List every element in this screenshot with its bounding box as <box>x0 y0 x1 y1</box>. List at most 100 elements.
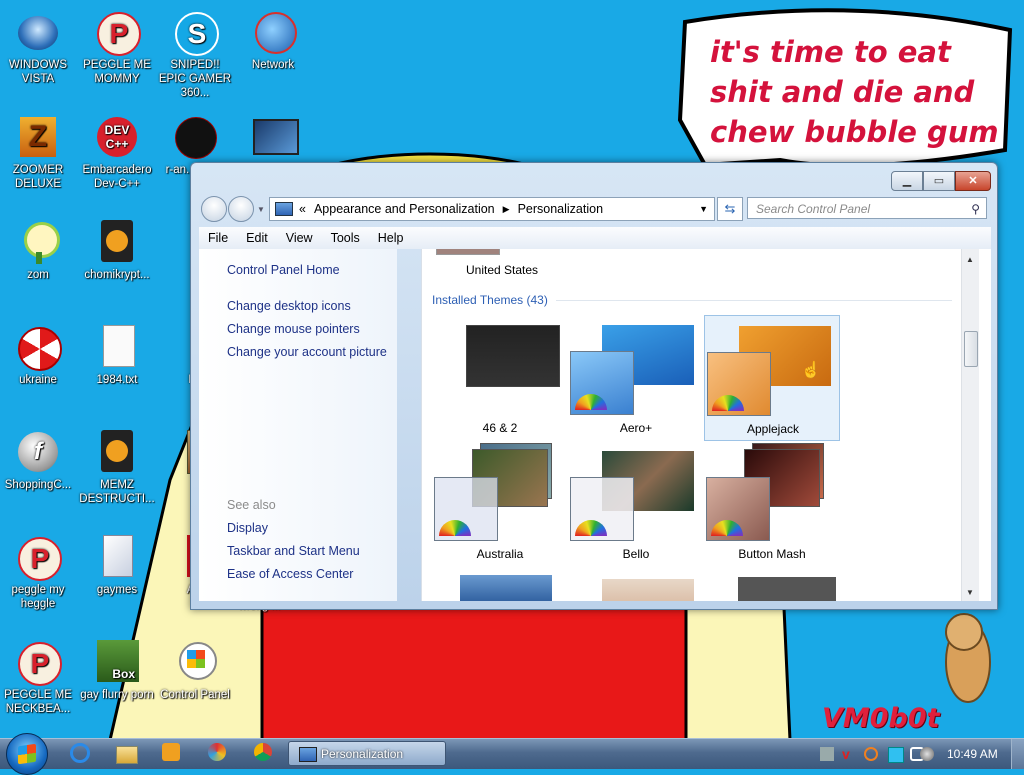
tray-search-icon[interactable] <box>864 747 878 761</box>
vertical-scrollbar[interactable]: ▲ ▼ <box>961 249 980 601</box>
forward-button[interactable] <box>228 196 254 222</box>
scroll-thumb[interactable] <box>964 331 978 367</box>
theme-name: Aero+ <box>619 421 653 435</box>
menu-help[interactable]: Help <box>369 231 413 245</box>
desktop-icon-zoomer-deluxe[interactable]: Z ZOOMER DELUXE <box>0 115 76 191</box>
desktop-icon-zom[interactable]: zom <box>0 220 76 282</box>
address-dropdown-icon[interactable]: ▼ <box>699 204 708 214</box>
caption-buttons: ▁ ▭ ✕ <box>891 171 991 191</box>
monitor-icon <box>251 115 299 159</box>
address-bar[interactable]: « Appearance and Personalization ▶ Perso… <box>269 197 715 221</box>
theme-preview-partial[interactable] <box>602 579 694 601</box>
menu-tools[interactable]: Tools <box>322 231 369 245</box>
desktop-icon-control-panel[interactable]: Control Panel <box>157 640 233 702</box>
menu-file[interactable]: File <box>199 231 237 245</box>
taskbar: Personalization v 10:49 AM <box>0 733 1024 775</box>
show-desktop-button[interactable] <box>1011 739 1024 769</box>
see-also-heading: See also <box>227 498 276 512</box>
desktop-icon-peggle-my-heggle[interactable]: P peggle my heggle <box>0 535 76 611</box>
refresh-button[interactable]: ⇆ <box>717 197 743 221</box>
breadcrumb-appearance[interactable]: Appearance and Personalization <box>314 202 495 216</box>
plant-icon <box>16 220 60 264</box>
minimize-button[interactable]: ▁ <box>891 171 923 191</box>
desktop-icon-sniped[interactable]: S SNIPED!! EPIC GAMER 360... <box>157 10 233 100</box>
notification-area: v 10:49 AM <box>812 739 1024 769</box>
color-fan-icon <box>575 520 607 536</box>
taskbar-start-menu-link[interactable]: Taskbar and Start Menu <box>227 544 360 558</box>
desktop-icon-peggle-me-mommy[interactable]: P PEGGLE ME MOMMY <box>79 10 155 86</box>
installed-themes-header: Installed Themes (43) <box>432 293 548 307</box>
desktop-icon-label: PEGGLE ME MOMMY <box>83 59 151 85</box>
theme-aero-plus[interactable]: Aero+ <box>568 315 704 441</box>
explorer-folder-icon[interactable] <box>116 743 138 765</box>
theme-button-mash[interactable]: Button Mash <box>704 441 840 567</box>
scroll-up-arrow-icon[interactable]: ▲ <box>966 255 974 264</box>
navigation-buttons: ▼ <box>201 196 265 222</box>
box-beaver-icon: Box <box>95 640 139 684</box>
tray-volume-icon[interactable] <box>920 747 934 761</box>
paint-app-icon[interactable] <box>208 743 230 765</box>
speech-bubble-text: it's time to eat shit and die and chew b… <box>710 35 999 149</box>
search-input[interactable]: Search Control Panel ⚲ <box>747 197 987 219</box>
taskbar-button-personalization[interactable]: Personalization <box>288 741 446 766</box>
back-button[interactable] <box>201 196 227 222</box>
change-mouse-pointers-link[interactable]: Change mouse pointers <box>227 322 360 336</box>
desktop-icon-1984-txt[interactable]: 1984.txt <box>79 325 155 387</box>
desktop-icon-gaymes[interactable]: gaymes <box>79 535 155 597</box>
theme-color-swatch <box>570 477 634 541</box>
desktop-icon-ukraine[interactable]: ukraine <box>0 325 76 387</box>
chrome-taskbar-icon[interactable] <box>254 743 276 765</box>
desktop-icon-memz[interactable]: MEMZ DESTRUCTI... <box>79 430 155 506</box>
desktop-icon-shoppingc[interactable]: f ShoppingC... <box>0 430 76 492</box>
country-theme-thumbnail[interactable] <box>436 249 500 255</box>
peggle-icon: P <box>95 10 141 56</box>
tray-app-icon[interactable] <box>820 747 834 761</box>
internet-explorer-icon[interactable] <box>70 743 92 765</box>
theme-46-and-2[interactable]: 46 & 2 <box>432 315 568 441</box>
address-chevron[interactable]: « <box>299 202 306 216</box>
recent-pages-dropdown-icon[interactable]: ▼ <box>257 205 265 214</box>
desktop-icon-chomikrypt[interactable]: chomikrypt... <box>79 220 155 282</box>
tray-network-icon[interactable] <box>888 747 904 763</box>
theme-preview <box>466 325 560 387</box>
theme-name: Bello <box>622 547 650 561</box>
start-button[interactable] <box>6 733 48 775</box>
desktop-icon-network[interactable]: Network <box>235 10 311 72</box>
change-account-picture-link[interactable]: Change your account picture <box>227 345 387 359</box>
desktop-icon-gay-flurry[interactable]: Box gay flurry porn <box>79 640 155 702</box>
desktop-icon-label: SNIPED!! EPIC GAMER 360... <box>158 59 232 99</box>
desktop-icon-monitor[interactable] <box>235 115 311 163</box>
search-icon[interactable]: ⚲ <box>971 198 980 220</box>
breadcrumb-arrow-icon[interactable]: ▶ <box>503 204 510 215</box>
theme-bello[interactable]: Bello <box>568 441 704 567</box>
scroll-down-arrow-icon[interactable]: ▼ <box>966 588 974 597</box>
desktop-icon-label: Embarcadero Dev-C++ <box>82 164 152 190</box>
theme-australia[interactable]: Australia <box>432 441 568 567</box>
display-link[interactable]: Display <box>227 521 268 535</box>
close-button[interactable]: ✕ <box>955 171 991 191</box>
desktop-icon-label: 1984.txt <box>96 374 138 386</box>
desktop-icon-label: ukraine <box>19 374 57 386</box>
mouse-cursor-icon: ☝ <box>801 362 821 379</box>
desktop-icon-label: chomikrypt... <box>84 269 150 281</box>
games-folder-icon <box>95 535 139 579</box>
system-clock[interactable]: 10:49 AM <box>947 747 998 761</box>
tray-v-icon[interactable]: v <box>842 747 856 761</box>
personalization-window[interactable]: ▁ ▭ ✕ ▼ « Appearance and Personalization… <box>190 162 998 610</box>
ease-of-access-link[interactable]: Ease of Access Center <box>227 567 353 581</box>
menu-edit[interactable]: Edit <box>237 231 277 245</box>
country-theme-label[interactable]: United States <box>466 263 538 277</box>
menu-view[interactable]: View <box>277 231 322 245</box>
control-panel-home-link[interactable]: Control Panel Home <box>227 263 340 277</box>
desktop-icon-label: WINDOWS VISTA <box>8 59 68 85</box>
breadcrumb-personalization[interactable]: Personalization <box>518 202 603 216</box>
maximize-button[interactable]: ▭ <box>923 171 955 191</box>
desktop-icon-windows-vista[interactable]: WINDOWS VISTA <box>0 10 76 86</box>
desktop-icon-devcpp[interactable]: DEV C++ Embarcadero Dev-C++ <box>79 115 155 191</box>
theme-preview-partial[interactable] <box>460 575 552 601</box>
desktop-icon-peggle-me-neckbeard[interactable]: P PEGGLE ME NECKBEA... <box>0 640 76 716</box>
theme-preview-partial[interactable] <box>738 577 836 601</box>
theme-applejack[interactable]: Applejack ☝ <box>704 315 840 441</box>
change-desktop-icons-link[interactable]: Change desktop icons <box>227 299 351 313</box>
media-player-icon[interactable] <box>162 743 184 765</box>
